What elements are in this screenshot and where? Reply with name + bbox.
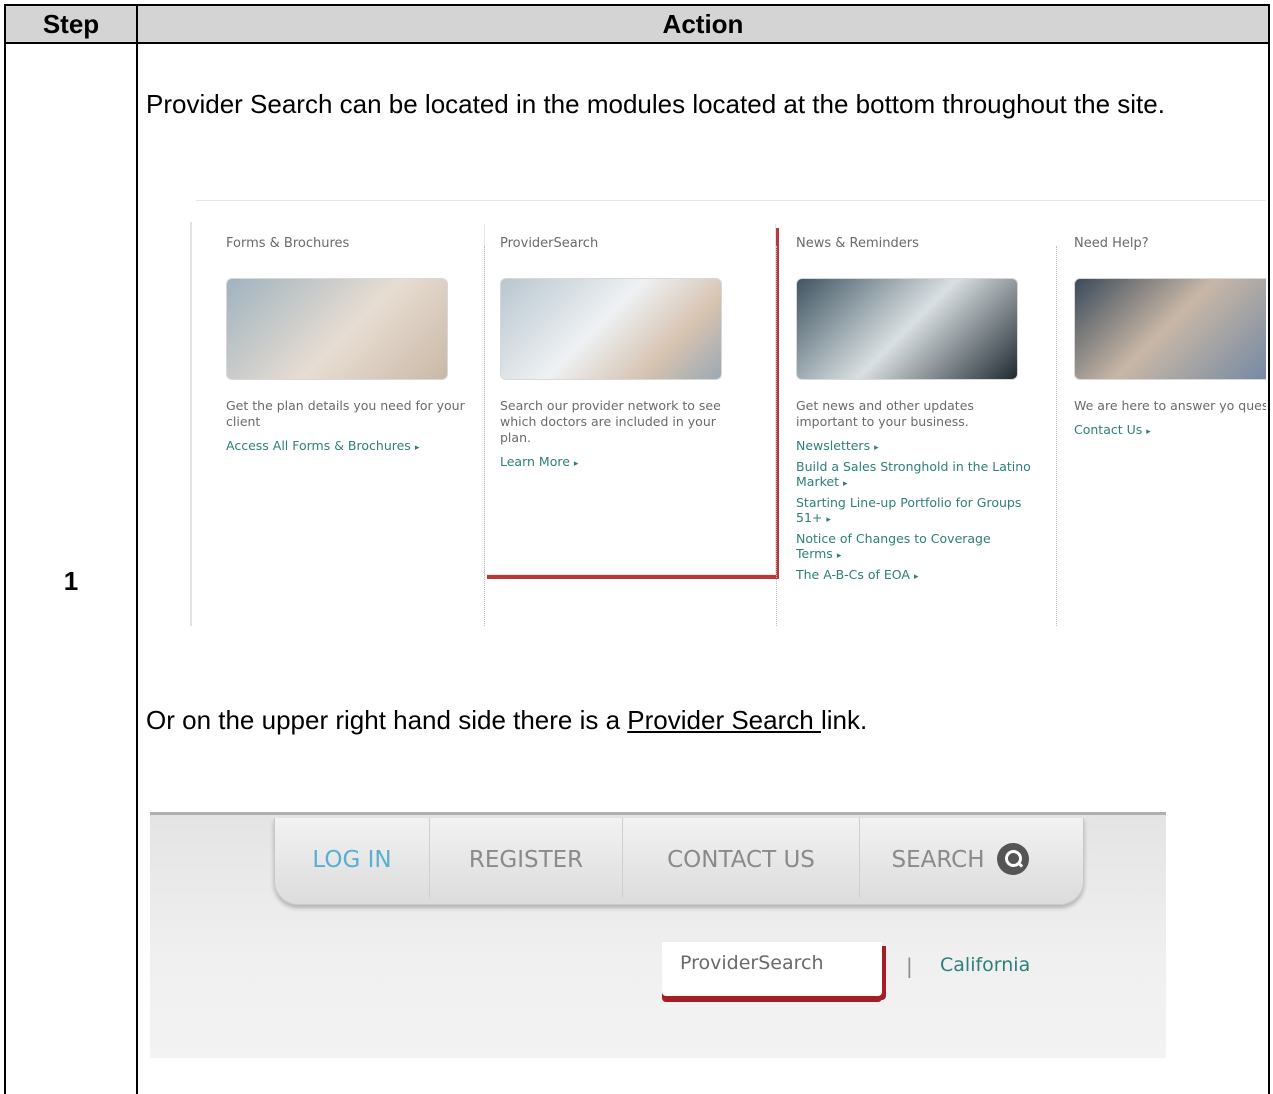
chevron-right-icon: ▸: [874, 443, 879, 453]
instruction-paragraph-2: Or on the upper right hand side there is…: [146, 704, 1226, 736]
header-step: Step: [42, 9, 100, 39]
module-link[interactable]: Starting Line-up Portfolio for Groups 51…: [796, 495, 1036, 528]
chevron-right-icon: ▸: [826, 515, 831, 525]
login-link[interactable]: LOG IN: [275, 818, 429, 904]
header-action: Action: [662, 9, 744, 39]
module-link-label: Learn More: [500, 454, 570, 469]
chevron-right-icon: ▸: [573, 459, 579, 469]
module-title: News & Reminders: [796, 236, 919, 251]
module-title: Forms & Brochures: [226, 236, 350, 251]
chevron-right-icon: ▸: [913, 572, 919, 582]
module-link-label: Notice of Changes to Coverage Terms: [796, 531, 991, 561]
module-divider: [776, 246, 777, 626]
module-title: ProviderSearch: [500, 236, 599, 251]
module-link[interactable]: Notice of Changes to Coverage Terms ▸: [796, 531, 1036, 564]
module-link[interactable]: Access All Forms & Brochures ▸: [226, 438, 476, 456]
module-divider: [484, 246, 485, 626]
search-link[interactable]: SEARCH: [860, 818, 1060, 904]
doctors-image: [500, 278, 722, 380]
module-link-label: Newsletters: [796, 438, 871, 453]
register-link[interactable]: REGISTER: [430, 818, 622, 904]
module-title: Need Help?: [1074, 236, 1149, 251]
module-link-label: Access All Forms & Brochures: [226, 438, 411, 453]
paragraph2-suffix: link.: [820, 705, 868, 735]
column-divider: [136, 6, 138, 1094]
chevron-right-icon: ▸: [1146, 427, 1151, 437]
module-description: We are here to answer yo questions.: [1074, 398, 1266, 413]
module-link-label: The A-B-Cs of EOA: [796, 567, 910, 582]
table-header-row: Step Action: [6, 6, 1268, 44]
left-border: [190, 222, 192, 626]
module-divider: [1056, 246, 1057, 626]
business-meeting-image: [796, 278, 1018, 380]
provider-search-link[interactable]: Provider Search: [627, 705, 821, 735]
navbar-screenshot: LOG IN REGISTER CONTACT US SEARCH Provid…: [150, 812, 1166, 1058]
module-link[interactable]: Newsletters ▸: [796, 438, 1036, 456]
module-link[interactable]: Build a Sales Stronghold in the Latino M…: [796, 459, 1036, 492]
paragraph2-prefix: Or on the upper right hand side there is…: [146, 705, 628, 735]
support-team-image: [1074, 278, 1266, 380]
module-news-reminders: News & Reminders Get news and other upda…: [796, 236, 1036, 585]
provider-search-nav-link[interactable]: ProviderSearch: [680, 952, 824, 974]
module-link[interactable]: Learn More ▸: [500, 454, 750, 472]
contact-us-link[interactable]: CONTACT US: [623, 818, 859, 904]
module-description: Get the plan details you need for your c…: [226, 398, 465, 429]
signing-document-image: [226, 278, 448, 380]
top-border: [196, 200, 1266, 201]
module-link-label: Contact Us: [1074, 422, 1143, 437]
module-provider-search: ProviderSearch Search our provider netwo…: [500, 236, 750, 472]
modules-screenshot: Forms & Brochures Get the plan details y…: [186, 196, 1266, 626]
nav-pipe-separator: |: [906, 954, 913, 978]
module-link[interactable]: Contact Us ▸: [1074, 422, 1266, 440]
search-icon: [996, 842, 1029, 875]
top-navigation-bar: LOG IN REGISTER CONTACT US SEARCH: [274, 818, 1084, 905]
module-description: Search our provider network to see which…: [500, 398, 721, 445]
module-link[interactable]: The A-B-Cs of EOA ▸: [796, 567, 1036, 585]
top-border: [150, 812, 1166, 815]
module-description: Get news and other updates important to …: [796, 398, 974, 429]
module-link-label: Build a Sales Stronghold in the Latino M…: [796, 459, 1031, 489]
region-link[interactable]: California: [940, 954, 1030, 976]
search-label: SEARCH: [891, 847, 985, 873]
module-need-help: Need Help? We are here to answer yo ques…: [1074, 236, 1266, 440]
instruction-paragraph-1: Provider Search can be located in the mo…: [146, 89, 1165, 119]
chevron-right-icon: ▸: [836, 551, 842, 561]
step-number: 1: [63, 566, 79, 596]
chevron-right-icon: ▸: [414, 443, 420, 453]
module-forms-brochures: Forms & Brochures Get the plan details y…: [226, 236, 476, 456]
chevron-right-icon: ▸: [842, 479, 848, 489]
